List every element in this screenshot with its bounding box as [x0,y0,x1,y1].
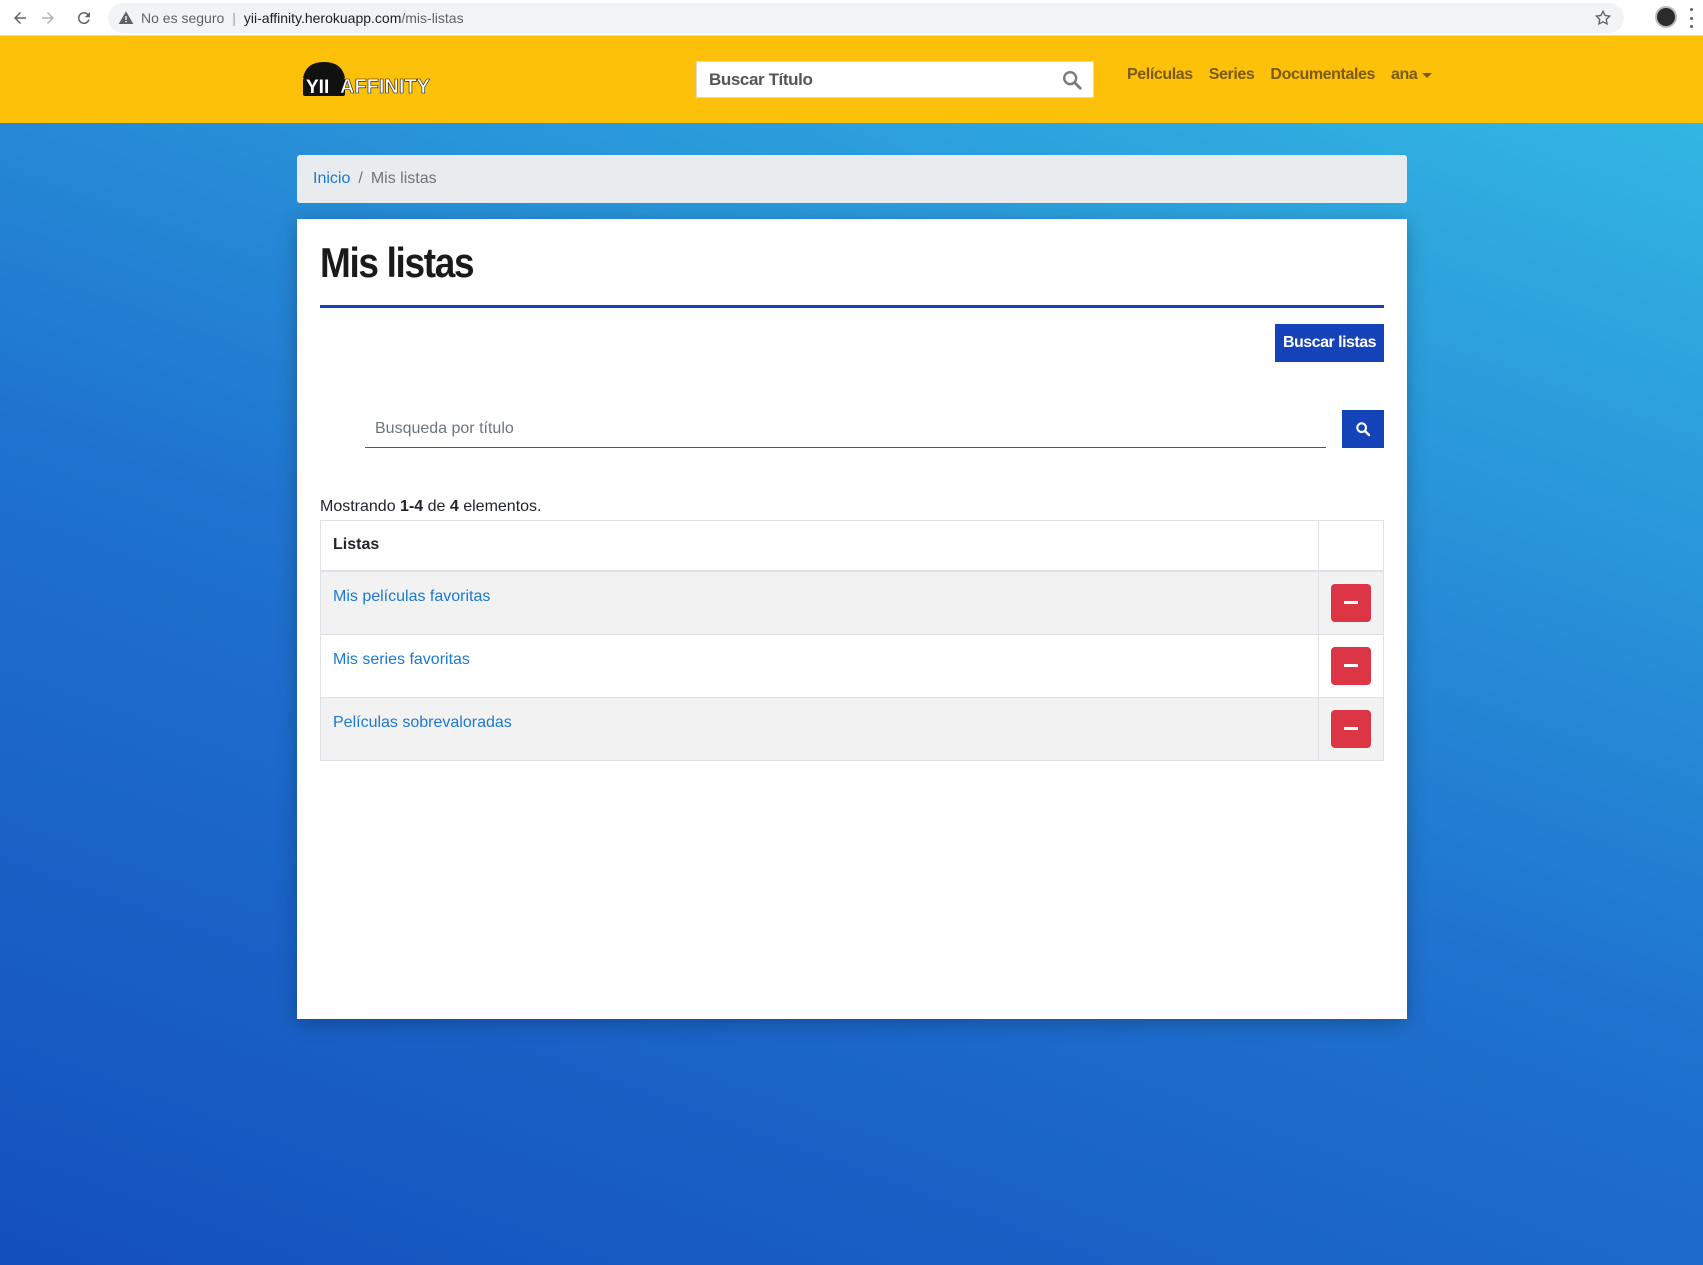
minus-icon [1344,727,1358,730]
caret-down-icon [1422,72,1433,78]
nav-link-series[interactable]: Series [1209,66,1255,84]
user-menu-dropdown[interactable]: ana [1391,66,1433,84]
bookmark-star-icon[interactable] [1594,9,1612,27]
remove-list-button[interactable] [1331,646,1371,685]
browser-toolbar: No es seguro | yii-affinity.herokuapp.co… [0,0,1703,36]
site-logo[interactable]: YII AFFINITY [302,58,432,98]
summary-suffix: elementos. [458,498,542,515]
table-row: Mis películas favoritas [320,570,1384,635]
breadcrumb: Inicio / Mis listas [297,155,1407,203]
filter-search-button[interactable] [1342,410,1384,448]
title-filter-input[interactable] [365,410,1326,448]
svg-text:YII: YII [306,77,329,98]
list-link[interactable]: Mis películas favoritas [333,588,490,605]
results-summary: Mostrando 1-4 de 4 elementos. [320,498,541,516]
address-bar[interactable]: No es seguro | yii-affinity.herokuapp.co… [108,3,1624,33]
search-icon[interactable] [1061,69,1083,91]
url-host: yii-affinity.herokuapp.com [243,10,402,26]
security-label: No es seguro [141,10,225,26]
nav-link-peliculas[interactable]: Películas [1127,66,1193,84]
svg-text:AFFINITY: AFFINITY [340,76,431,98]
summary-middle: de [423,498,450,515]
table-row: Películas sobrevaloradas [320,696,1384,761]
list-link[interactable]: Mis series favoritas [333,651,470,668]
back-arrow-icon[interactable] [8,6,32,30]
summary-total: 4 [449,498,459,515]
table-header-row: Listas [320,520,1384,572]
page-title: Mis listas [320,239,475,286]
url-text: yii-affinity.herokuapp.com/mis-listas [244,10,464,26]
list-name-cell: Mis películas favoritas [320,570,1319,635]
main-nav: Películas Series Documentales ana [1127,66,1433,84]
browser-menu-icon[interactable] [1690,8,1694,28]
minus-icon [1344,664,1358,667]
title-divider [320,305,1384,308]
table-row: Mis series favoritas [320,633,1384,698]
column-header-listas: Listas [320,520,1319,572]
lists-table: Listas Mis películas favoritas Mis serie… [320,520,1384,761]
actions-cell [1318,633,1384,698]
breadcrumb-home-link[interactable]: Inicio [313,170,350,188]
summary-prefix: Mostrando [320,498,401,515]
actions-cell [1318,570,1384,635]
nav-link-documentales[interactable]: Documentales [1270,66,1375,84]
list-name-cell: Películas sobrevaloradas [320,696,1319,761]
list-name-cell: Mis series favoritas [320,633,1319,698]
url-separator: | [232,10,236,26]
url-path: /mis-listas [401,10,464,26]
forward-arrow-icon[interactable] [36,6,60,30]
title-search [696,61,1094,98]
actions-cell [1318,696,1384,761]
search-lists-button[interactable]: Buscar listas [1275,324,1384,362]
remove-list-button[interactable] [1331,709,1371,748]
minus-icon [1344,601,1358,604]
user-menu-label: ana [1391,66,1418,83]
list-link[interactable]: Películas sobrevaloradas [333,714,512,731]
column-header-actions [1318,520,1384,572]
breadcrumb-current: Mis listas [370,170,437,187]
warning-icon [118,10,134,26]
reload-icon[interactable] [72,6,96,30]
remove-list-button[interactable] [1331,583,1371,622]
summary-range: 1-4 [400,498,424,515]
search-icon [1356,422,1371,437]
profile-avatar-icon[interactable] [1655,6,1677,28]
breadcrumb-separator: / [358,170,363,187]
site-navbar: YII AFFINITY Películas Series Documental… [0,36,1703,123]
title-search-input[interactable] [697,62,1061,97]
content-card: Mis listas Buscar listas Mostrando 1-4 d… [297,219,1407,1019]
